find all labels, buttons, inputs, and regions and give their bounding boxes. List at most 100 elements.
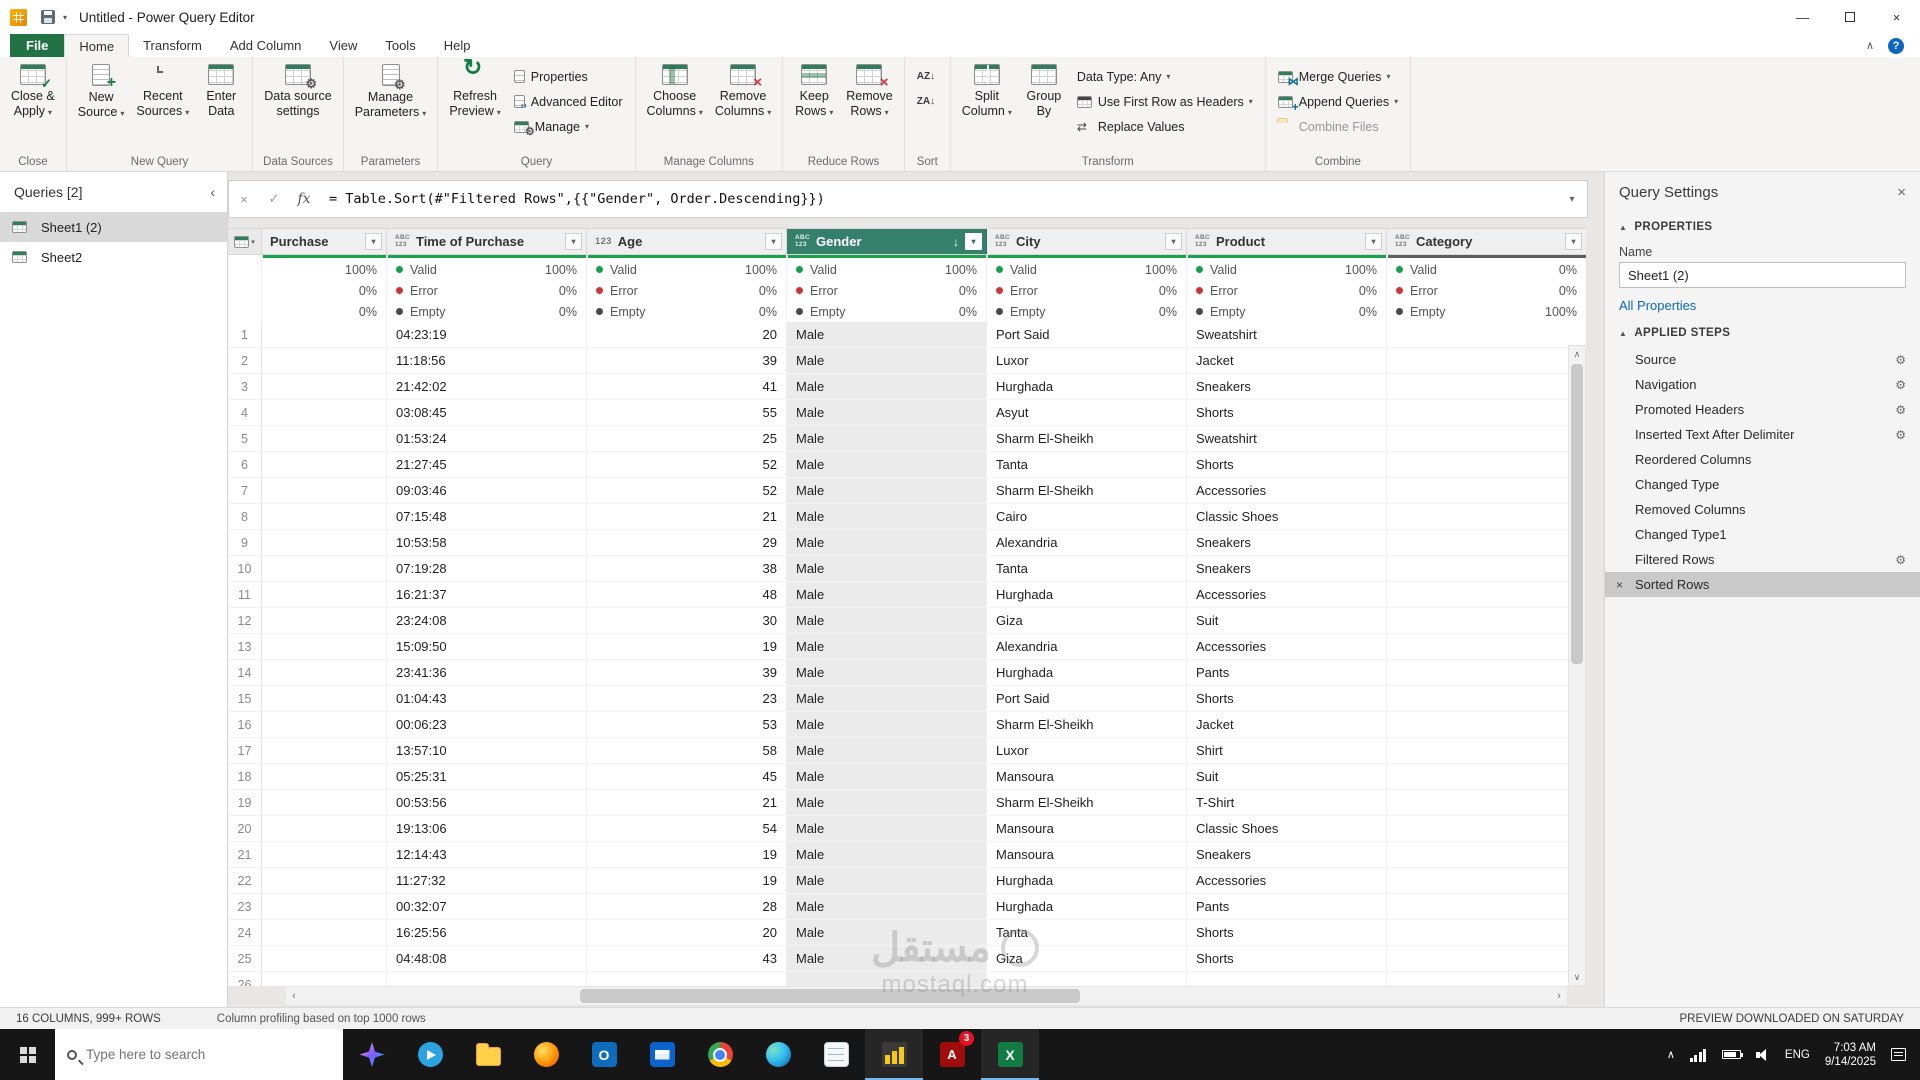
- cell[interactable]: 21: [587, 504, 787, 530]
- cell[interactable]: [262, 790, 387, 816]
- cell[interactable]: [262, 478, 387, 504]
- cell[interactable]: [262, 556, 387, 582]
- cell[interactable]: Male: [787, 426, 987, 452]
- filter-dropdown-icon[interactable]: ▾: [365, 233, 382, 250]
- cell[interactable]: Male: [787, 530, 987, 556]
- cell[interactable]: Jacket: [1187, 712, 1387, 738]
- cell[interactable]: Pants: [1187, 894, 1387, 920]
- language-indicator[interactable]: ENG: [1785, 1049, 1810, 1061]
- cell[interactable]: 19: [587, 634, 787, 660]
- ribbon-button-sort-asc[interactable]: [910, 64, 945, 89]
- ribbon-button-close-apply[interactable]: Close &Apply: [5, 60, 61, 120]
- cell[interactable]: [262, 634, 387, 660]
- applied-steps-section-header[interactable]: ▲ APPLIED STEPS: [1605, 321, 1920, 345]
- cell[interactable]: [1187, 972, 1387, 986]
- cell[interactable]: T-Shirt: [1187, 790, 1387, 816]
- cell[interactable]: [1387, 972, 1586, 986]
- column-header-gender[interactable]: ABC123Gender↓▾: [787, 229, 987, 254]
- cell[interactable]: [262, 348, 387, 374]
- cell[interactable]: Sneakers: [1187, 556, 1387, 582]
- cell[interactable]: [1387, 920, 1586, 946]
- cell[interactable]: 16:25:56: [387, 920, 587, 946]
- cell[interactable]: Male: [787, 738, 987, 764]
- taskbar-powerbi-icon[interactable]: [865, 1029, 923, 1080]
- cell[interactable]: 13:57:10: [387, 738, 587, 764]
- ribbon-button-group-by[interactable]: GroupBy: [1018, 60, 1070, 119]
- cell[interactable]: [1387, 712, 1586, 738]
- ribbon-button-properties[interactable]: Properties: [507, 64, 630, 89]
- applied-step-changed-type[interactable]: Changed Type: [1605, 472, 1920, 497]
- cell[interactable]: 21: [587, 790, 787, 816]
- cell[interactable]: [587, 972, 787, 986]
- cell[interactable]: 04:23:19: [387, 322, 587, 348]
- applied-step-filtered-rows[interactable]: Filtered Rows⚙: [1605, 547, 1920, 572]
- cell[interactable]: [1387, 452, 1586, 478]
- cell[interactable]: Hurghada: [987, 374, 1187, 400]
- ribbon-button-combine-files[interactable]: Combine Files: [1271, 114, 1405, 139]
- ribbon-button-remove-rows[interactable]: RemoveRows: [840, 60, 899, 120]
- tab-tools[interactable]: Tools: [371, 34, 429, 57]
- cell[interactable]: [787, 972, 987, 986]
- cell[interactable]: [262, 816, 387, 842]
- cell[interactable]: 23:41:36: [387, 660, 587, 686]
- cell[interactable]: Male: [787, 894, 987, 920]
- cell[interactable]: 23:24:08: [387, 608, 587, 634]
- network-icon[interactable]: [1690, 1048, 1707, 1062]
- ribbon-button-replace-values[interactable]: Replace Values: [1070, 114, 1260, 139]
- cell[interactable]: Male: [787, 868, 987, 894]
- taskbar-explorer-icon[interactable]: [459, 1029, 517, 1080]
- cell[interactable]: [262, 842, 387, 868]
- cell[interactable]: Mansoura: [987, 842, 1187, 868]
- cell[interactable]: Sweatshirt: [1187, 426, 1387, 452]
- vertical-scroll-track[interactable]: [1569, 362, 1585, 969]
- cell[interactable]: 19: [587, 868, 787, 894]
- close-panel-icon[interactable]: ×: [1897, 184, 1906, 201]
- cell[interactable]: [262, 374, 387, 400]
- filter-dropdown-icon[interactable]: ▾: [1365, 233, 1382, 250]
- taskbar-chrome-icon[interactable]: [691, 1029, 749, 1080]
- scroll-down-icon[interactable]: ∨: [1569, 969, 1585, 985]
- cell[interactable]: Luxor: [987, 738, 1187, 764]
- cell[interactable]: Suit: [1187, 764, 1387, 790]
- cell[interactable]: Accessories: [1187, 868, 1387, 894]
- taskbar-telegram-icon[interactable]: [401, 1029, 459, 1080]
- applied-step-source[interactable]: Source⚙: [1605, 347, 1920, 372]
- cell[interactable]: 23: [587, 686, 787, 712]
- minimize-button[interactable]: —: [1779, 0, 1826, 34]
- cell[interactable]: 55: [587, 400, 787, 426]
- ribbon-button-refresh-preview[interactable]: RefreshPreview: [443, 60, 506, 120]
- cell[interactable]: [1387, 504, 1586, 530]
- cell[interactable]: [262, 686, 387, 712]
- cell[interactable]: [1387, 426, 1586, 452]
- cell[interactable]: [1387, 530, 1586, 556]
- ribbon-button-data-source-settings[interactable]: Data sourcesettings: [258, 60, 337, 119]
- delete-step-icon[interactable]: ×: [1616, 578, 1623, 592]
- collapse-queries-panel-icon[interactable]: ‹: [210, 184, 215, 200]
- cell[interactable]: 07:19:28: [387, 556, 587, 582]
- cell[interactable]: 54: [587, 816, 787, 842]
- cell[interactable]: Sharm El-Sheikh: [987, 478, 1187, 504]
- cell[interactable]: 09:03:46: [387, 478, 587, 504]
- vertical-scrollbar[interactable]: ∧ ∨: [1568, 345, 1586, 986]
- filter-dropdown-icon[interactable]: ▾: [1165, 233, 1182, 250]
- cell[interactable]: [262, 426, 387, 452]
- cell[interactable]: [1387, 738, 1586, 764]
- cell[interactable]: [987, 972, 1187, 986]
- cell[interactable]: Male: [787, 478, 987, 504]
- quick-access-dropdown-icon[interactable]: ▾: [63, 13, 67, 22]
- cell[interactable]: 38: [587, 556, 787, 582]
- ribbon-button-enter-data[interactable]: EnterData: [195, 60, 247, 119]
- cell[interactable]: Accessories: [1187, 478, 1387, 504]
- cell[interactable]: 12:14:43: [387, 842, 587, 868]
- cell[interactable]: Shorts: [1187, 686, 1387, 712]
- cell[interactable]: [262, 894, 387, 920]
- cell[interactable]: 16:21:37: [387, 582, 587, 608]
- taskbar-clock[interactable]: 7:03 AM 9/14/2025: [1825, 1041, 1876, 1069]
- cell[interactable]: [1387, 400, 1586, 426]
- cell[interactable]: Male: [787, 712, 987, 738]
- cell[interactable]: Sharm El-Sheikh: [987, 426, 1187, 452]
- applied-step-changed-type1[interactable]: Changed Type1: [1605, 522, 1920, 547]
- horizontal-scrollbar[interactable]: ‹ ›: [285, 986, 1568, 1006]
- volume-icon[interactable]: [1756, 1049, 1770, 1061]
- step-settings-gear-icon[interactable]: ⚙: [1895, 378, 1906, 392]
